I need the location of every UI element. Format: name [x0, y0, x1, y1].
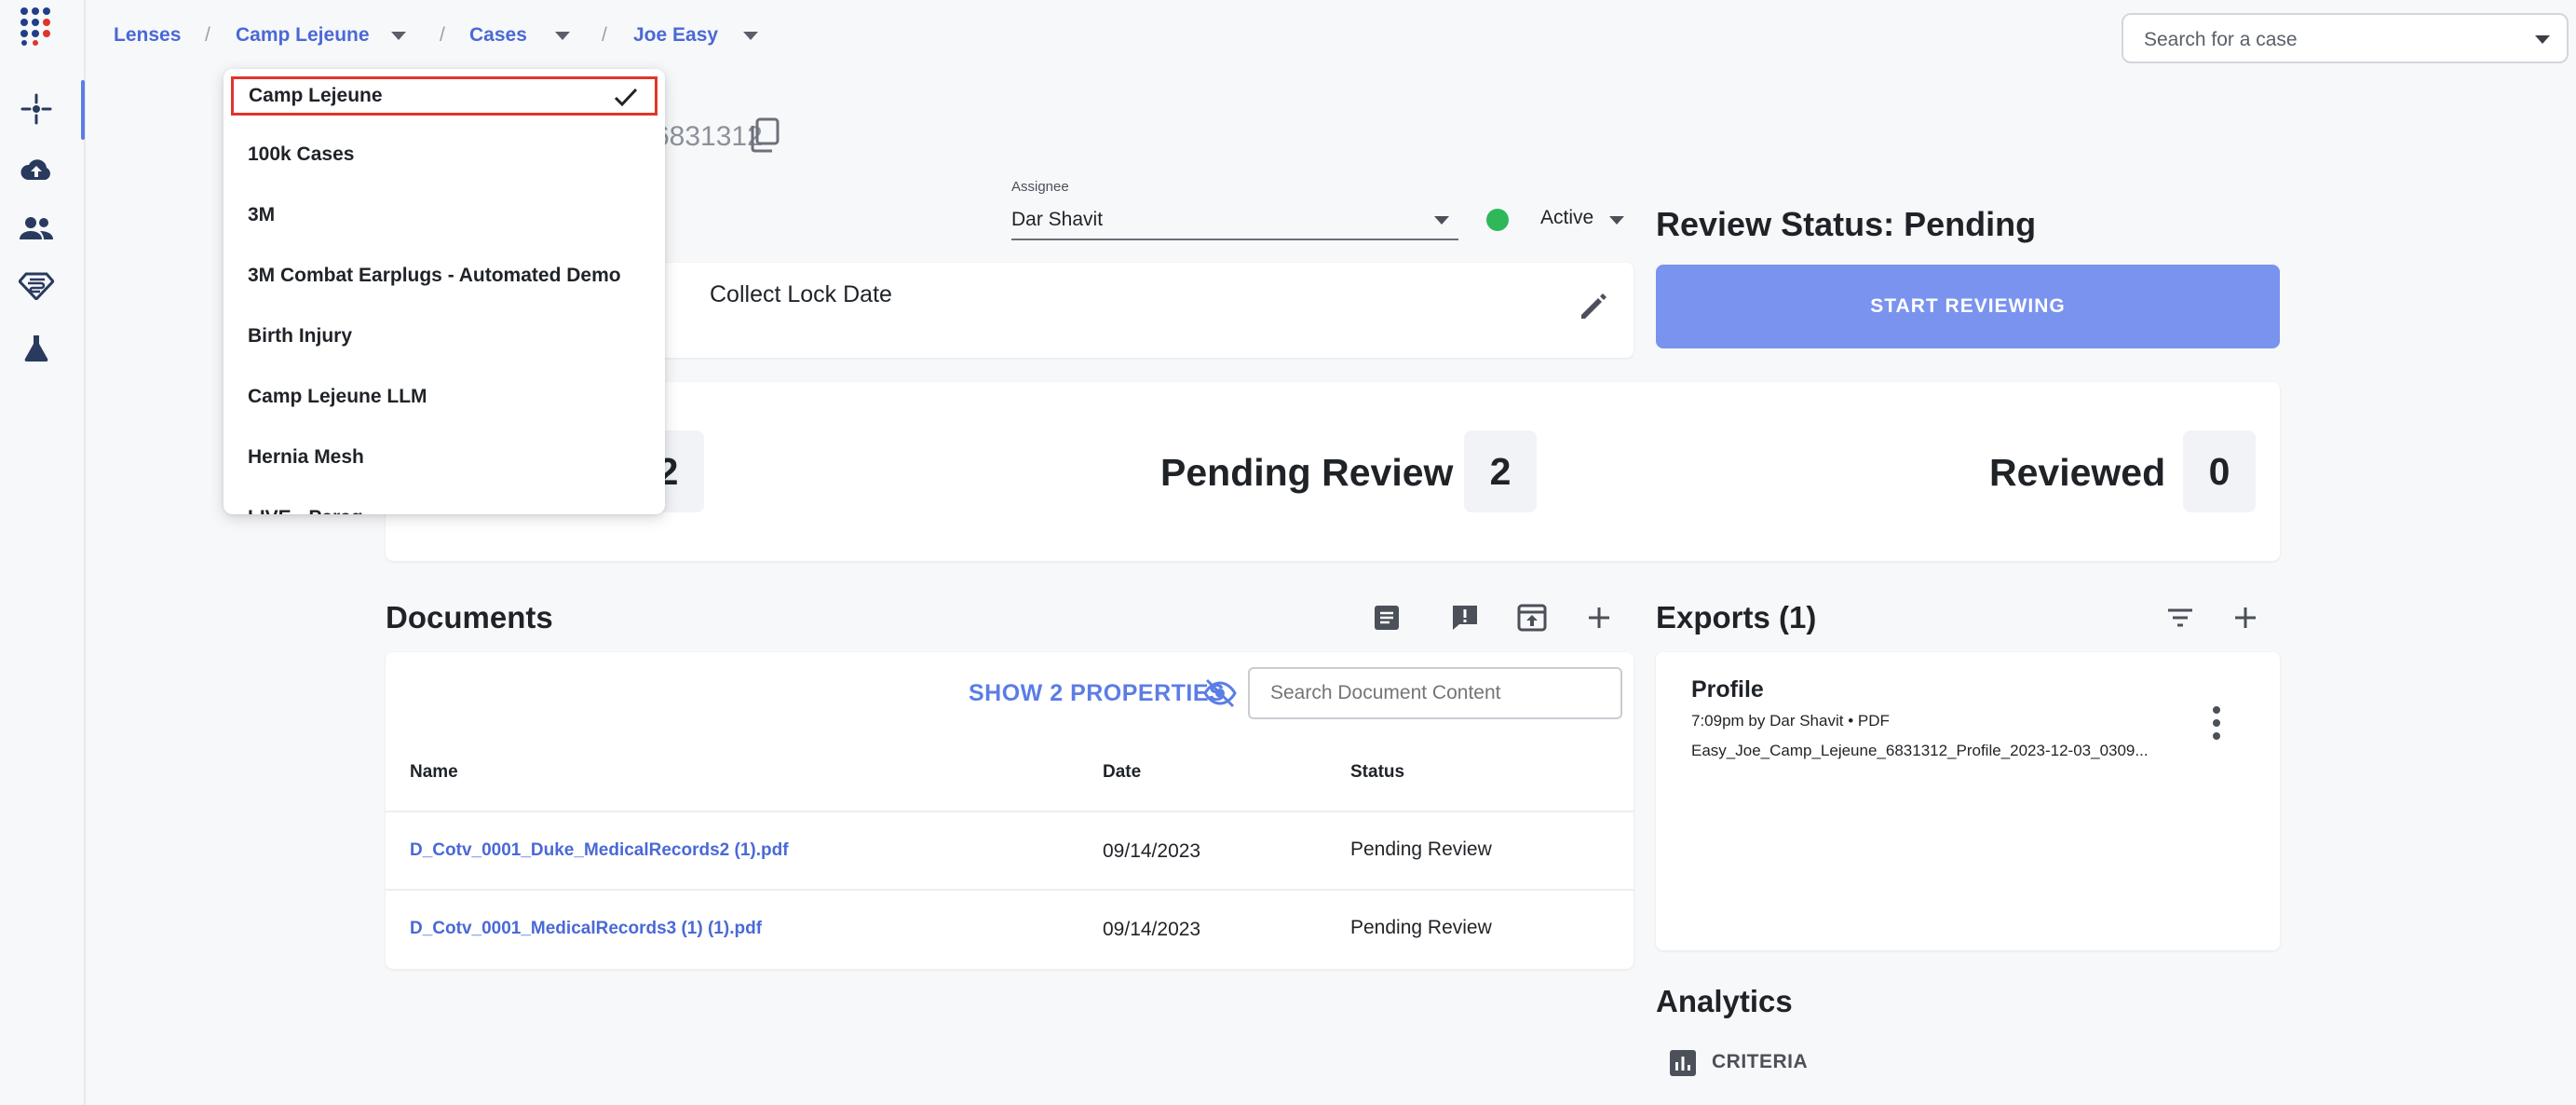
export-item-meta: 7:09pm by Dar Shavit • PDF	[1691, 712, 1890, 730]
lock-date-label: Collect Lock Date	[710, 281, 892, 307]
breadcrumb-camp-lejeune[interactable]: Camp Lejeune	[236, 24, 370, 47]
status-select[interactable]: Active	[1540, 207, 1593, 229]
chevron-down-icon[interactable]	[2535, 35, 2550, 44]
comment-alert-icon[interactable]	[1447, 600, 1483, 635]
table-divider	[386, 811, 1634, 812]
rail-item-upload[interactable]	[17, 151, 56, 190]
rail-item-people[interactable]	[17, 209, 56, 248]
dropdown-item-label: Birth Injury	[248, 325, 353, 347]
breadcrumb-separator: /	[602, 24, 607, 46]
breadcrumb-lenses[interactable]: Lenses	[114, 24, 181, 47]
targeting-icon	[20, 93, 52, 125]
people-icon	[20, 217, 53, 239]
dropdown-item[interactable]: 100k Cases	[224, 127, 665, 183]
breadcrumb-separator: /	[205, 24, 210, 46]
status-indicator	[1486, 209, 1509, 231]
dropdown-item[interactable]: Camp Lejeune LLM	[224, 369, 665, 425]
review-status-title: Review Status: Pending	[1656, 205, 2037, 243]
column-header-date[interactable]: Date	[1103, 762, 1141, 783]
dropdown-item[interactable]: LIVE - Paraq…	[224, 490, 665, 514]
column-header-name[interactable]: Name	[410, 762, 458, 783]
table-row-status: Pending Review	[1350, 839, 1492, 860]
table-divider	[386, 889, 1634, 891]
chevron-down-icon	[1434, 216, 1449, 225]
exports-card: Profile 7:09pm by Dar Shavit • PDF Easy_…	[1656, 652, 2280, 950]
export-item-title[interactable]: Profile	[1691, 676, 1764, 703]
upload-box-icon[interactable]	[1514, 600, 1550, 635]
breadcrumb-joe-easy[interactable]: Joe Easy	[633, 24, 718, 47]
table-row-date: 09/14/2023	[1103, 919, 1201, 940]
lock-date-card: Collect Lock Date	[615, 263, 1634, 358]
table-row-date: 09/14/2023	[1103, 840, 1201, 862]
document-search-input[interactable]	[1248, 667, 1622, 719]
superman-icon	[19, 272, 54, 300]
assignee-label: Assignee	[1011, 179, 1069, 195]
assignee-value: Dar Shavit	[1011, 209, 1104, 230]
rail-item-superman[interactable]	[17, 266, 56, 306]
dropdown-item-label: 3M Combat Earplugs - Automated Demo	[248, 265, 621, 286]
pencil-icon[interactable]	[1578, 291, 1609, 322]
breadcrumb-cases[interactable]: Cases	[469, 24, 527, 47]
assignee-select[interactable]: Dar Shavit	[1011, 198, 1458, 240]
rail-active-indicator	[81, 80, 85, 140]
show-properties-button[interactable]: SHOW 2 PROPERTIES	[969, 680, 1225, 707]
copy-icon[interactable]	[749, 117, 780, 153]
add-export-icon[interactable]	[2228, 600, 2263, 635]
dropdown-item-label: 100k Cases	[248, 143, 355, 165]
dropdown-item-label: Hernia Mesh	[248, 446, 364, 468]
criteria-link[interactable]: CRITERIA	[1712, 1051, 1808, 1073]
dropdown-item-label: Camp Lejeune LLM	[248, 386, 427, 407]
case-search-select[interactable]: Search for a case	[2122, 13, 2569, 63]
dropdown-item[interactable]: Birth Injury	[224, 308, 665, 364]
lens-dropdown-menu: Camp Lejeune 100k Cases 3M 3M Combat Ear…	[224, 69, 665, 514]
chevron-down-icon[interactable]	[743, 32, 758, 40]
bar-chart-icon	[1670, 1050, 1696, 1076]
dropdown-item[interactable]: 3M	[224, 187, 665, 243]
filter-icon[interactable]	[2162, 600, 2198, 635]
table-row-name-link[interactable]: D_Cotv_0001_Duke_MedicalRecords2 (1).pdf	[410, 840, 789, 861]
checkmark-icon	[614, 88, 638, 107]
exports-title: Exports (1)	[1656, 600, 1817, 634]
column-header-status[interactable]: Status	[1350, 762, 1404, 783]
table-row-name-link[interactable]: D_Cotv_0001_MedicalRecords3 (1) (1).pdf	[410, 919, 762, 939]
left-rail	[0, 0, 86, 1105]
dropdown-item[interactable]: Hernia Mesh	[224, 430, 665, 485]
documents-card: SHOW 2 PROPERTIES Name Date Status D_Cot…	[386, 652, 1634, 969]
table-row-status: Pending Review	[1350, 917, 1492, 938]
start-reviewing-button[interactable]: START REVIEWING	[1656, 265, 2280, 348]
export-item-filename: Easy_Joe_Camp_Lejeune_6831312_Profile_20…	[1691, 742, 2149, 759]
chevron-down-icon[interactable]	[1609, 216, 1624, 225]
cloud-upload-icon	[20, 159, 50, 180]
dropdown-item-camp-lejeune[interactable]: Camp Lejeune	[231, 76, 658, 116]
rail-item-lenses[interactable]	[17, 89, 56, 129]
stat-pending-label: Pending Review	[1160, 451, 1454, 494]
chevron-down-icon[interactable]	[391, 32, 406, 40]
flask-icon	[24, 335, 48, 362]
stats-card: 2 Pending Review 2 Reviewed 0	[386, 382, 2280, 561]
stat-reviewed-value: 0	[2183, 430, 2256, 512]
app-logo-icon[interactable]	[19, 6, 60, 47]
dropdown-item-label: LIVE - Paraq…	[248, 507, 383, 514]
eye-off-icon[interactable]	[1203, 676, 1237, 710]
more-vert-icon[interactable]	[2207, 704, 2226, 742]
dropdown-item[interactable]: 3M Combat Earplugs - Automated Demo	[224, 248, 665, 304]
stat-reviewed-label: Reviewed	[1989, 451, 2166, 494]
case-number: 6831312	[654, 121, 763, 152]
document-icon[interactable]	[1369, 600, 1404, 635]
breadcrumb-separator: /	[440, 24, 445, 46]
add-icon[interactable]	[1581, 600, 1617, 635]
rail-item-lab[interactable]	[17, 328, 56, 367]
stat-pending-value: 2	[1464, 430, 1537, 512]
analytics-title: Analytics	[1656, 984, 1793, 1018]
dropdown-item-label: Camp Lejeune	[249, 85, 383, 106]
dropdown-item-label: 3M	[248, 204, 276, 225]
chevron-down-icon[interactable]	[555, 32, 570, 40]
case-search-placeholder: Search for a case	[2144, 29, 2298, 50]
documents-title: Documents	[386, 600, 553, 634]
